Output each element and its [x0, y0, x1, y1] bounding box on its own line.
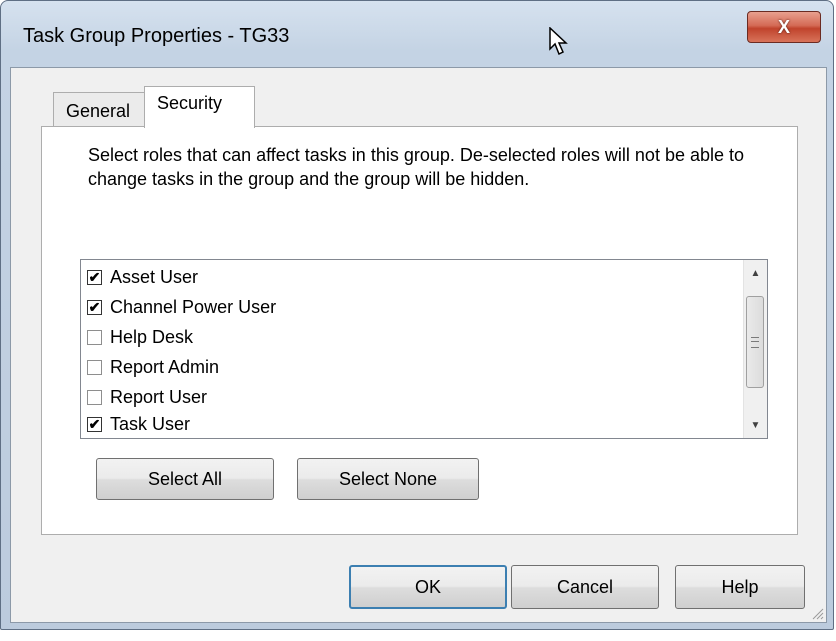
role-label: Help Desk — [110, 326, 194, 347]
grip-icon — [751, 336, 759, 348]
role-item-channel-power-user[interactable]: ✔ Channel Power User — [87, 292, 276, 322]
role-checkbox[interactable]: ✔ — [87, 299, 102, 315]
role-item-help-desk[interactable]: Help Desk — [87, 322, 193, 352]
tab-general[interactable]: General — [53, 92, 147, 126]
role-label: Report User — [110, 386, 208, 407]
role-item-report-admin[interactable]: Report Admin — [87, 352, 219, 382]
dialog-client-area: General Security Select roles that can a… — [10, 67, 827, 623]
title-bar[interactable]: Task Group Properties - TG33 X — [1, 1, 833, 71]
role-item-asset-user[interactable]: ✔ Asset User — [87, 262, 198, 292]
role-checkbox[interactable] — [87, 389, 102, 405]
role-label: Channel Power User — [110, 296, 277, 317]
role-label: Asset User — [110, 266, 199, 287]
close-icon: X — [777, 16, 790, 37]
tab-security-label: Security — [157, 93, 223, 113]
task-group-properties-dialog: Task Group Properties - TG33 X General S… — [0, 0, 834, 630]
security-tab-panel: Select roles that can affect tasks in th… — [41, 126, 798, 535]
role-checkbox[interactable] — [87, 359, 102, 375]
select-none-button[interactable]: Select None — [297, 458, 479, 500]
roles-scrollbar[interactable]: ▲ ▼ — [743, 260, 767, 438]
role-checkbox[interactable]: ✔ — [87, 269, 102, 285]
close-button[interactable]: X — [747, 11, 821, 43]
tab-general-label: General — [66, 101, 131, 121]
resize-grip-icon[interactable] — [810, 606, 824, 620]
scroll-down-arrow-icon[interactable]: ▼ — [744, 414, 767, 436]
role-checkbox[interactable]: ✔ — [87, 416, 102, 432]
role-label: Task User — [110, 413, 191, 434]
tab-security[interactable]: Security — [144, 86, 255, 128]
role-checkbox[interactable] — [87, 329, 102, 345]
scroll-up-arrow-icon[interactable]: ▲ — [744, 262, 767, 284]
mouse-cursor-icon — [549, 27, 568, 56]
window-title: Task Group Properties - TG33 — [23, 25, 290, 47]
roles-listbox[interactable]: ✔ Asset User ✔ Channel Power User Help D… — [80, 259, 768, 439]
cancel-button[interactable]: Cancel — [511, 565, 659, 609]
role-item-task-user[interactable]: ✔ Task User — [87, 409, 190, 439]
role-label: Report Admin — [110, 356, 220, 377]
role-item-report-user[interactable]: Report User — [87, 382, 207, 412]
security-description: Select roles that can affect tasks in th… — [88, 145, 745, 189]
help-button[interactable]: Help — [675, 565, 805, 609]
scroll-thumb[interactable] — [746, 296, 764, 388]
ok-button[interactable]: OK — [349, 565, 507, 609]
select-all-button[interactable]: Select All — [96, 458, 274, 500]
